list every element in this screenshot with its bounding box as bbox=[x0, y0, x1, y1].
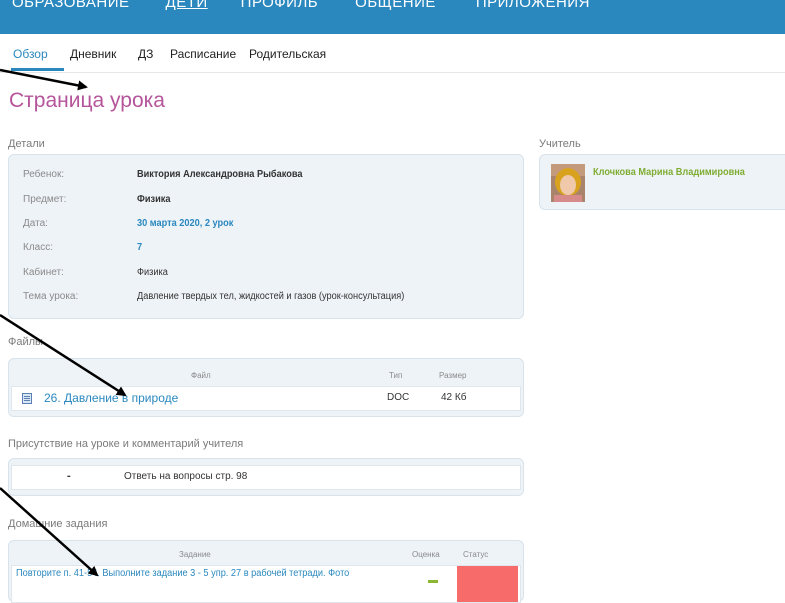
arrow-to-file bbox=[0, 313, 127, 397]
arrow-to-title bbox=[0, 68, 88, 91]
arrow-to-homework bbox=[0, 487, 99, 577]
annotation-arrows bbox=[0, 68, 127, 577]
